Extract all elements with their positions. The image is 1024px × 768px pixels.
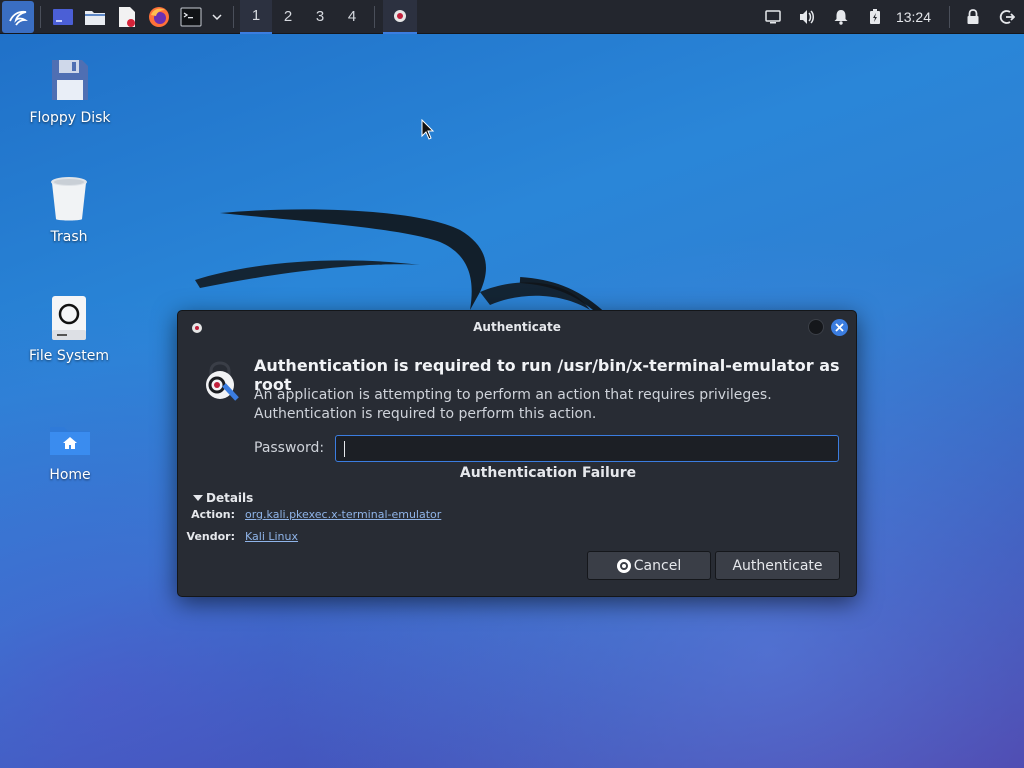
details-label: Details <box>206 491 254 505</box>
workspace-2[interactable]: 2 <box>272 0 304 34</box>
lock-screen-button[interactable] <box>956 0 990 34</box>
file-manager-launcher[interactable] <box>81 3 109 31</box>
taskbar-authenticate-window[interactable] <box>383 0 417 34</box>
firefox-icon <box>149 6 169 27</box>
display-button[interactable] <box>756 0 790 34</box>
file-manager-icon <box>85 10 105 25</box>
system-tray: 13:24 <box>756 0 1024 34</box>
authenticate-button[interactable]: Authenticate <box>715 551 840 580</box>
close-icon <box>835 323 844 332</box>
auth-description: An application is attempting to perform … <box>254 387 772 422</box>
dialog-titlebar[interactable]: Authenticate <box>178 311 856 343</box>
text-caret <box>344 441 345 457</box>
desktop-icon-label: File System <box>28 348 110 364</box>
desktop-icon-label: Floppy Disk <box>29 110 111 126</box>
applications-menu-button[interactable] <box>2 0 34 33</box>
clock[interactable]: 13:24 <box>892 0 943 34</box>
vendor-key: Vendor: <box>186 530 235 543</box>
desktop-icon-home[interactable]: Home <box>20 413 120 483</box>
authentication-lock-icon <box>206 361 239 401</box>
action-key: Action: <box>191 508 235 521</box>
show-desktop-button[interactable] <box>49 3 77 31</box>
details-expander[interactable]: Details <box>193 491 253 505</box>
panel-separator <box>374 5 375 28</box>
desktop-icon-floppy-disk[interactable]: Floppy Disk <box>20 56 120 126</box>
desktop-icon-label: Home <box>49 467 91 483</box>
trash-icon <box>51 177 87 221</box>
close-button[interactable] <box>831 319 848 336</box>
authenticate-button-label: Authenticate <box>732 557 823 574</box>
mouse-pointer-icon <box>421 119 435 140</box>
auth-failure-message: Authentication Failure <box>459 465 637 481</box>
display-icon <box>765 10 781 24</box>
vendor-link[interactable]: Kali Linux <box>245 530 298 543</box>
desktop-icon <box>53 8 73 25</box>
file-system-icon <box>52 296 86 340</box>
workspace-3[interactable]: 3 <box>304 0 336 34</box>
logout-button[interactable] <box>990 0 1024 34</box>
lock-icon <box>967 9 979 24</box>
kali-dragon-logo <box>195 209 602 315</box>
authenticate-dialog: Authenticate Authentication is required … <box>177 310 857 597</box>
minimize-button[interactable] <box>808 319 824 335</box>
password-input[interactable] <box>335 435 839 462</box>
volume-icon <box>799 10 814 24</box>
workspace-1[interactable]: 1 <box>240 0 272 34</box>
password-label: Password: <box>254 440 325 456</box>
desktop-icon-label: Trash <box>50 229 88 245</box>
top-panel: 1 2 3 4 13:24 <box>0 0 1024 34</box>
chevron-down-icon <box>212 13 222 20</box>
dialog-title: Authenticate <box>473 320 561 334</box>
authentication-app-icon <box>394 9 406 22</box>
desktop-icon-file-system[interactable]: File System <box>19 294 119 364</box>
expander-arrow-icon <box>193 495 203 501</box>
desktop-icon-trash[interactable]: Trash <box>19 175 119 245</box>
firefox-launcher[interactable] <box>145 3 173 31</box>
workspace-4[interactable]: 4 <box>336 0 368 34</box>
action-link[interactable]: org.kali.pkexec.x-terminal-emulator <box>245 508 441 521</box>
logout-icon <box>999 10 1015 24</box>
volume-button[interactable] <box>790 0 824 34</box>
text-editor-launcher[interactable] <box>113 3 141 31</box>
panel-separator <box>40 5 41 28</box>
terminal-launcher[interactable] <box>177 3 205 31</box>
floppy-disk-icon <box>52 60 88 100</box>
cancel-button[interactable]: Cancel <box>587 551 711 580</box>
cancel-icon <box>616 558 631 573</box>
panel-separator <box>233 5 234 28</box>
bell-icon <box>834 10 848 25</box>
notifications-button[interactable] <box>824 0 858 34</box>
text-editor-icon <box>119 6 135 27</box>
cancel-button-label: Cancel <box>633 557 682 574</box>
battery-button[interactable] <box>858 0 892 34</box>
battery-icon <box>869 9 880 24</box>
panel-separator <box>949 6 950 28</box>
terminal-icon <box>180 7 202 26</box>
terminal-launcher-dropdown[interactable] <box>209 3 225 31</box>
kali-menu-icon <box>9 10 28 26</box>
home-folder-icon <box>50 427 90 455</box>
